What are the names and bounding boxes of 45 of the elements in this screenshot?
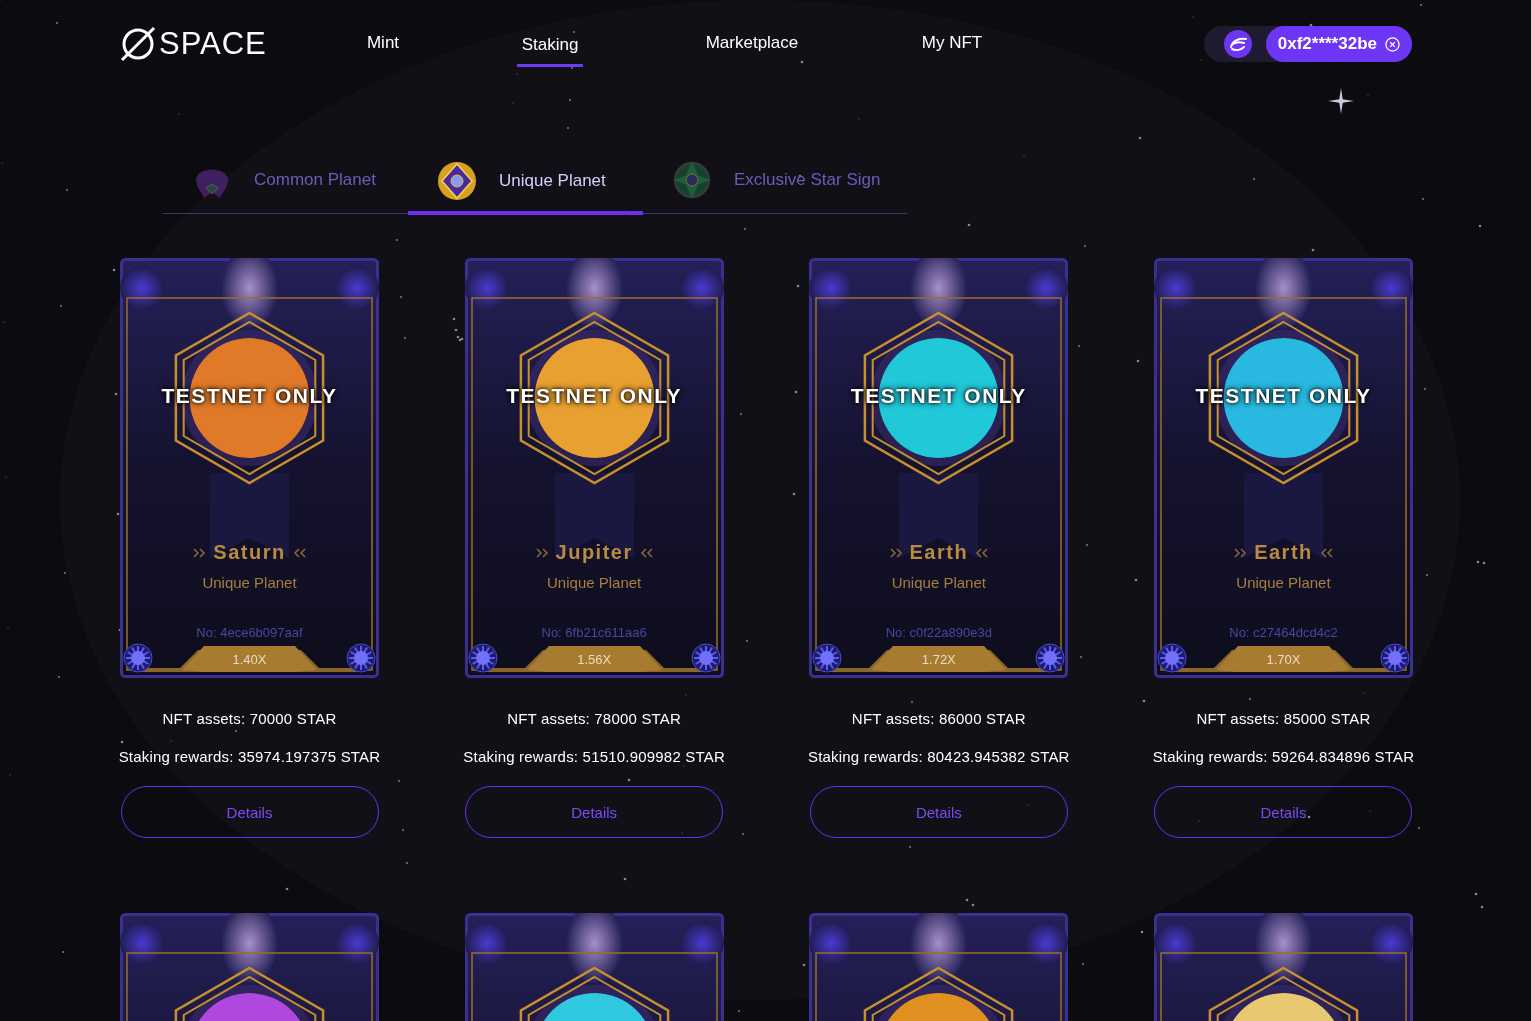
double-chevron-icon [193, 547, 208, 558]
logo-text: SPACE [159, 26, 267, 62]
double-chevron-icon [889, 547, 904, 558]
multiplier-value: 1.72X [921, 652, 956, 667]
category-tab[interactable]: Common Planet [163, 150, 408, 213]
nft-assets-text: NFT assets: 85000 STAR [1196, 710, 1371, 727]
nft-number: No: 6fb21c611aa6 [541, 625, 647, 640]
nav-link[interactable]: My NFT [921, 21, 983, 67]
double-chevron-icon [1318, 547, 1333, 558]
planet-type: Unique Planet [202, 574, 297, 591]
nav-link[interactable]: Staking [516, 24, 584, 67]
multiplier-value: 1.56X [577, 652, 612, 667]
double-chevron-icon [1234, 547, 1249, 558]
nav-link[interactable]: Mint [366, 21, 400, 67]
planet-name: Earth [1254, 541, 1313, 564]
staking-rewards-text: Staking rewards: 35974.197375 STAR [118, 748, 381, 765]
staking-rewards-text: Staking rewards: 59264.834896 STAR [1152, 748, 1415, 765]
planet-name: Earth [909, 541, 969, 564]
planet-name: Jupiter [555, 541, 633, 564]
nft-assets-text: NFT assets: 70000 STAR [162, 710, 337, 727]
planet-name: Saturn [213, 541, 286, 564]
planet-type: Unique Planet [891, 574, 986, 591]
nft-number: No: c0f22a890e3d [885, 625, 992, 640]
multiplier-value: 1.70X [1266, 652, 1301, 667]
nft-assets-text: NFT assets: 86000 STAR [851, 710, 1026, 727]
wallet-logo-icon [1223, 30, 1252, 58]
double-chevron-icon [638, 547, 653, 558]
staking-rewards-text: Staking rewards: 51510.909982 STAR [463, 748, 725, 765]
double-chevron-icon [974, 547, 989, 558]
logo-icon [119, 25, 157, 63]
category-tab[interactable]: Exclusive Star Sign [643, 150, 907, 213]
planet-type: Unique Planet [547, 574, 642, 591]
staking-rewards-text: Staking rewards: 80423.945382 STAR [807, 748, 1070, 765]
double-chevron-icon [535, 547, 550, 558]
category-tab[interactable]: Unique Planet [408, 150, 643, 215]
nav-link[interactable]: Marketplace [705, 21, 799, 67]
nft-assets-text: NFT assets: 78000 STAR [507, 710, 682, 727]
planet-type: Unique Planet [1236, 574, 1331, 591]
sparkle-drawing [1328, 88, 1354, 114]
nft-number: No: c27464dcd4c2 [1229, 625, 1338, 640]
nft-number: No: 4ece6b097aaf [196, 625, 303, 640]
double-chevron-icon [291, 547, 306, 558]
multiplier-value: 1.40X [232, 652, 267, 667]
wallet-address-button[interactable]: 0xf2****32be [1265, 26, 1412, 62]
close-icon [1385, 36, 1400, 52]
